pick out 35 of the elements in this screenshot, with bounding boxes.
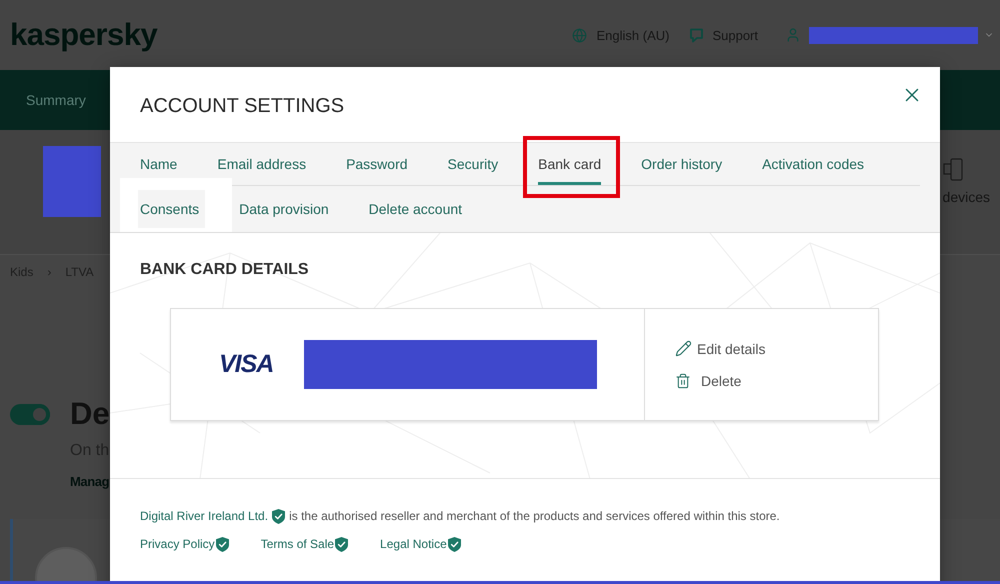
footer-link[interactable]: Privacy Policy (140, 536, 229, 552)
footer-link[interactable]: Terms of Sale (260, 536, 348, 552)
pencil-icon (675, 340, 692, 357)
tab[interactable]: Activation codes (762, 143, 864, 185)
devices-icon (942, 158, 963, 181)
tab[interactable]: Password (346, 143, 408, 185)
tab[interactable]: Bank card (538, 143, 602, 185)
breadcrumb-separator: › (47, 265, 52, 279)
tab[interactable]: Security (448, 143, 498, 185)
shield-check-icon (448, 536, 461, 552)
tab[interactable]: Data provision (239, 186, 329, 232)
nav-item[interactable]: Summary (26, 92, 86, 108)
shield-check-icon (335, 536, 348, 552)
tab[interactable]: Order history (641, 143, 722, 185)
edit-button[interactable]: Edit details (675, 340, 766, 358)
tab[interactable]: Email address (217, 143, 306, 185)
reseller-statement: is the authorised reseller and merchant of the products and services offered within this store. (289, 508, 780, 524)
delete-button[interactable]: Delete (675, 372, 742, 390)
tab[interactable]: Delete account (368, 186, 462, 232)
dialog-title: ACCOUNT SETTINGS (140, 94, 344, 118)
globe-icon (572, 28, 588, 42)
logo: kaspersky (10, 17, 158, 53)
shield-check-icon (216, 536, 229, 552)
tab[interactable]: Consents (140, 186, 200, 232)
toggle-switch[interactable] (10, 404, 50, 424)
chat-bubble-icon (689, 28, 704, 42)
shield-check-icon (272, 508, 286, 524)
trash-icon (675, 372, 691, 388)
merchant-link[interactable]: Digital River Ireland Ltd. (140, 508, 268, 524)
user-icon (785, 27, 801, 43)
redaction-block (43, 146, 101, 217)
footer-link[interactable]: Legal Notice (380, 536, 461, 552)
tab[interactable]: Name (140, 143, 178, 185)
section-title: BANK CARD DETAILS (140, 260, 309, 280)
card-brand-logo: VISA (219, 350, 274, 379)
